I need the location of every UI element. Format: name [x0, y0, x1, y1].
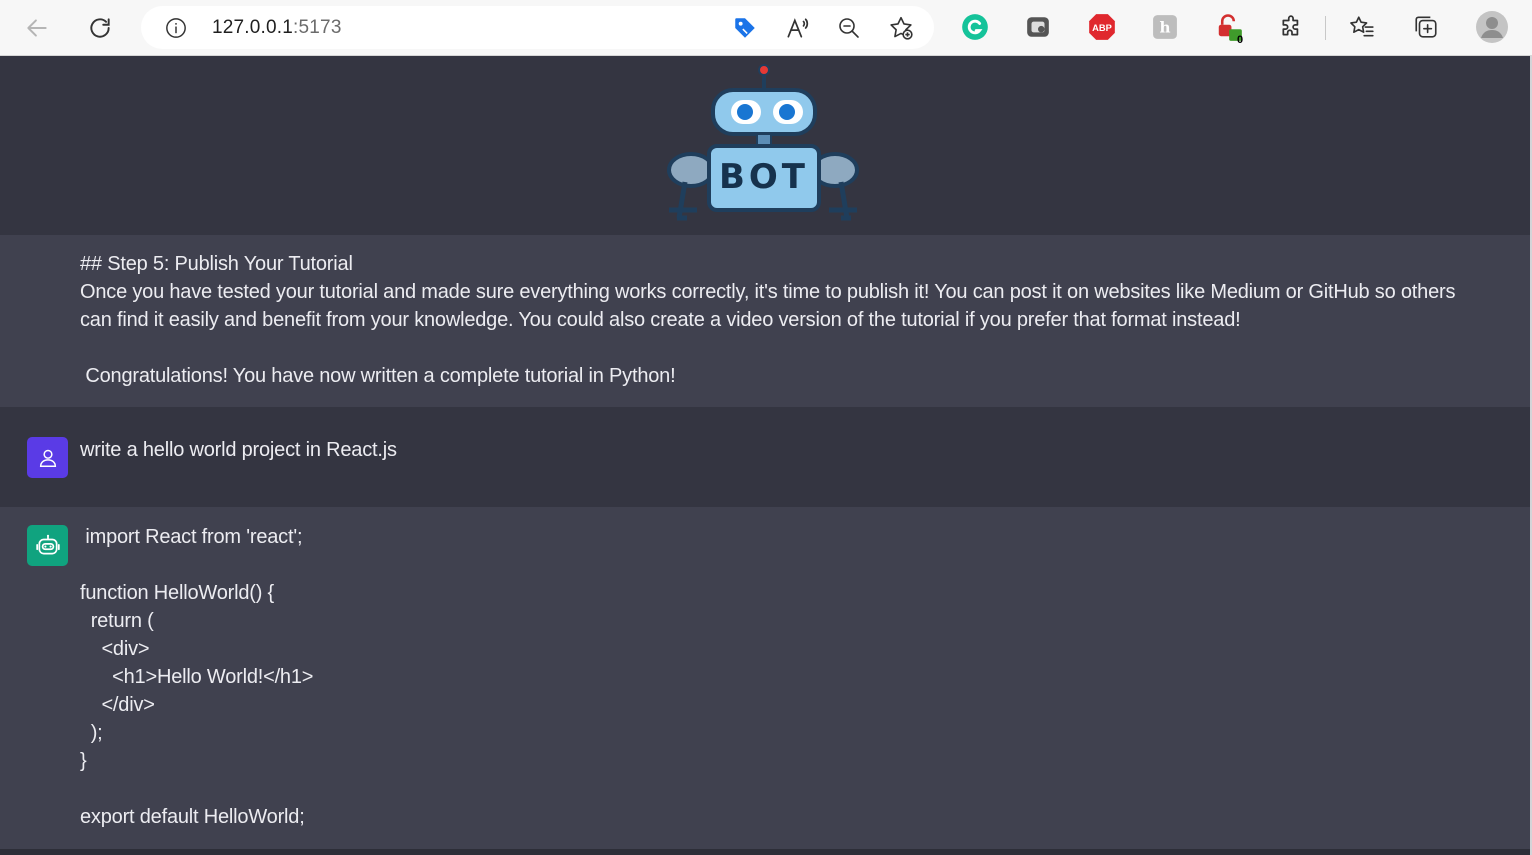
bot-message-text: ## Step 5: Publish Your Tutorial Once yo… [80, 253, 1456, 387]
svg-text:ABP: ABP [1092, 23, 1112, 33]
reload-button[interactable] [82, 10, 118, 46]
extensions-puzzle-icon[interactable] [1277, 12, 1307, 42]
bot-logo-text: BOT [719, 157, 809, 197]
collections-icon[interactable] [1411, 12, 1441, 42]
url-port: :5173 [293, 17, 342, 38]
bot-avatar [27, 525, 68, 566]
user-message-text: write a hello world project in React.js [80, 439, 397, 461]
bot-message: import React from 'react'; function Hell… [0, 507, 1530, 849]
address-bar[interactable]: 127.0.0.1:5173 [141, 6, 934, 49]
profile-avatar-icon[interactable] [1475, 10, 1509, 44]
robot-icon [35, 534, 60, 554]
browser-toolbar: 127.0.0.1:5173 ABP h 0 [0, 0, 1532, 56]
back-button[interactable] [19, 10, 55, 46]
adblock-plus-icon[interactable]: ABP [1087, 12, 1117, 42]
reload-icon [90, 18, 110, 38]
toolbar-divider [1325, 16, 1326, 40]
user-message: write a hello world project in React.js [0, 407, 1530, 507]
zoom-out-icon[interactable] [835, 14, 863, 42]
bot-code-response: import React from 'react'; function Hell… [80, 526, 314, 828]
url-text[interactable]: 127.0.0.1:5173 [212, 17, 342, 39]
user-avatar [27, 437, 68, 478]
info-icon[interactable] [165, 17, 187, 44]
arrow-left-icon [27, 19, 47, 37]
bot-logo: BOT [667, 64, 859, 221]
extension-h-icon[interactable]: h [1150, 12, 1180, 42]
user-icon [39, 449, 56, 467]
url-host: 127.0.0.1 [212, 17, 294, 38]
screen-capture-icon[interactable] [1023, 12, 1053, 42]
chat-input-area-edge [0, 849, 1530, 855]
add-favorite-icon[interactable] [887, 14, 915, 42]
grammarly-icon[interactable] [960, 12, 990, 42]
favorites-icon[interactable] [1347, 12, 1377, 42]
price-tag-icon[interactable] [731, 14, 759, 42]
bot-message: ## Step 5: Publish Your Tutorial Once yo… [0, 235, 1530, 407]
read-aloud-icon[interactable] [783, 14, 811, 42]
extension-badge: 0 [1236, 34, 1244, 46]
svg-text:h: h [1159, 18, 1170, 36]
